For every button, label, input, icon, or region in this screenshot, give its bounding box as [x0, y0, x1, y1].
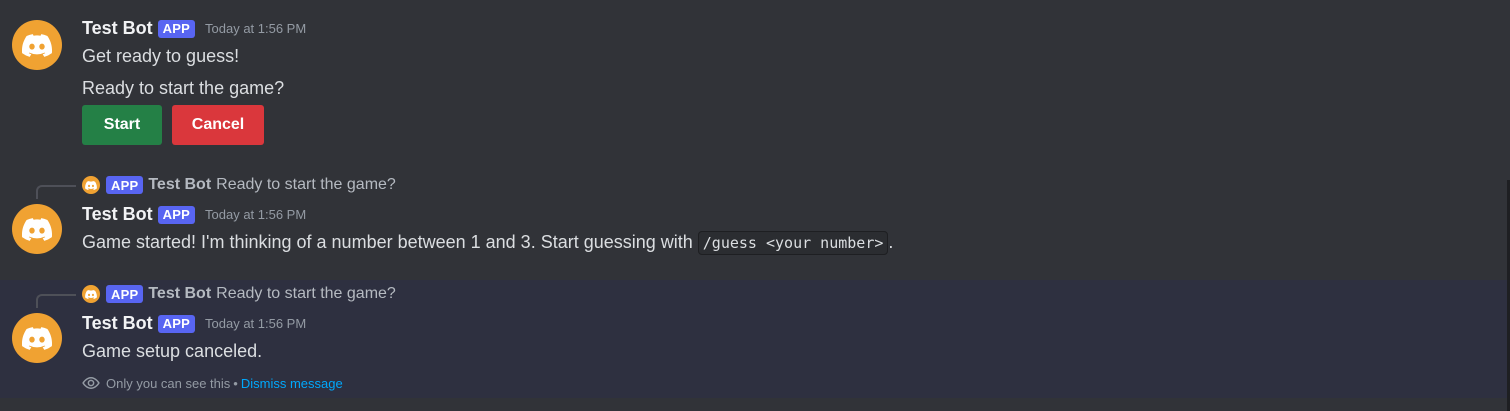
reply-app-tag: APP — [106, 285, 144, 303]
reply-reference[interactable]: APP Test Bot Ready to start the game? — [82, 285, 396, 303]
reply-reference[interactable]: APP Test Bot Ready to start the game? — [82, 176, 396, 194]
reply-spine — [36, 185, 76, 199]
bot-avatar[interactable] — [12, 20, 62, 70]
username[interactable]: Test Bot — [82, 204, 153, 225]
ephemeral-notice-text: Only you can see this — [106, 375, 231, 391]
message-2: APP Test Bot Ready to start the game? Te… — [0, 170, 1510, 270]
timestamp[interactable]: Today at 1:56 PM — [205, 207, 306, 222]
reply-username[interactable]: Test Bot — [148, 176, 211, 194]
message-header: Test Bot APP Today at 1:56 PM — [82, 18, 306, 39]
eye-icon — [82, 376, 100, 390]
bot-avatar[interactable] — [12, 313, 62, 363]
reply-spine — [36, 294, 76, 308]
app-tag: APP — [157, 19, 196, 38]
timestamp[interactable]: Today at 1:56 PM — [205, 21, 306, 36]
app-tag: APP — [157, 314, 196, 333]
reply-preview-text[interactable]: Ready to start the game? — [216, 285, 396, 303]
reply-username[interactable]: Test Bot — [148, 285, 211, 303]
cancel-button[interactable]: Cancel — [172, 105, 264, 145]
discord-icon — [85, 180, 97, 190]
message-3-ephemeral: APP Test Bot Ready to start the game? Te… — [0, 280, 1510, 398]
username[interactable]: Test Bot — [82, 313, 153, 334]
bot-avatar[interactable] — [12, 204, 62, 254]
message-header: Test Bot APP Today at 1:56 PM — [82, 313, 306, 334]
notice-separator: • — [233, 375, 238, 391]
timestamp[interactable]: Today at 1:56 PM — [205, 316, 306, 331]
discord-icon — [22, 326, 52, 350]
message-text: Game started! I'm thinking of a number b… — [82, 231, 894, 255]
message-text-after: . — [888, 232, 894, 252]
inline-code: /guess <your number> — [697, 231, 889, 255]
message-text: Game setup canceled. — [82, 341, 263, 361]
username[interactable]: Test Bot — [82, 18, 153, 39]
message-1: Test Bot APP Today at 1:56 PM Get ready … — [0, 0, 1510, 160]
reply-avatar — [82, 285, 100, 303]
discord-icon — [22, 217, 52, 241]
message-text: Get ready to guess! — [82, 46, 240, 66]
message-header: Test Bot APP Today at 1:56 PM — [82, 204, 306, 225]
message-text: Ready to start the game? — [82, 78, 285, 98]
message-text-before: Game started! I'm thinking of a number b… — [82, 232, 698, 252]
app-tag: APP — [157, 205, 196, 224]
reply-avatar — [82, 176, 100, 194]
discord-icon — [22, 33, 52, 57]
start-button[interactable]: Start — [82, 105, 162, 145]
ephemeral-notice: Only you can see this • Dismiss message — [82, 374, 343, 392]
reply-preview-text[interactable]: Ready to start the game? — [216, 176, 396, 194]
reply-app-tag: APP — [106, 176, 144, 194]
dismiss-message-link[interactable]: Dismiss message — [241, 376, 343, 391]
discord-icon — [85, 289, 97, 299]
chat-message-list: Test Bot APP Today at 1:56 PM Get ready … — [0, 0, 1510, 411]
